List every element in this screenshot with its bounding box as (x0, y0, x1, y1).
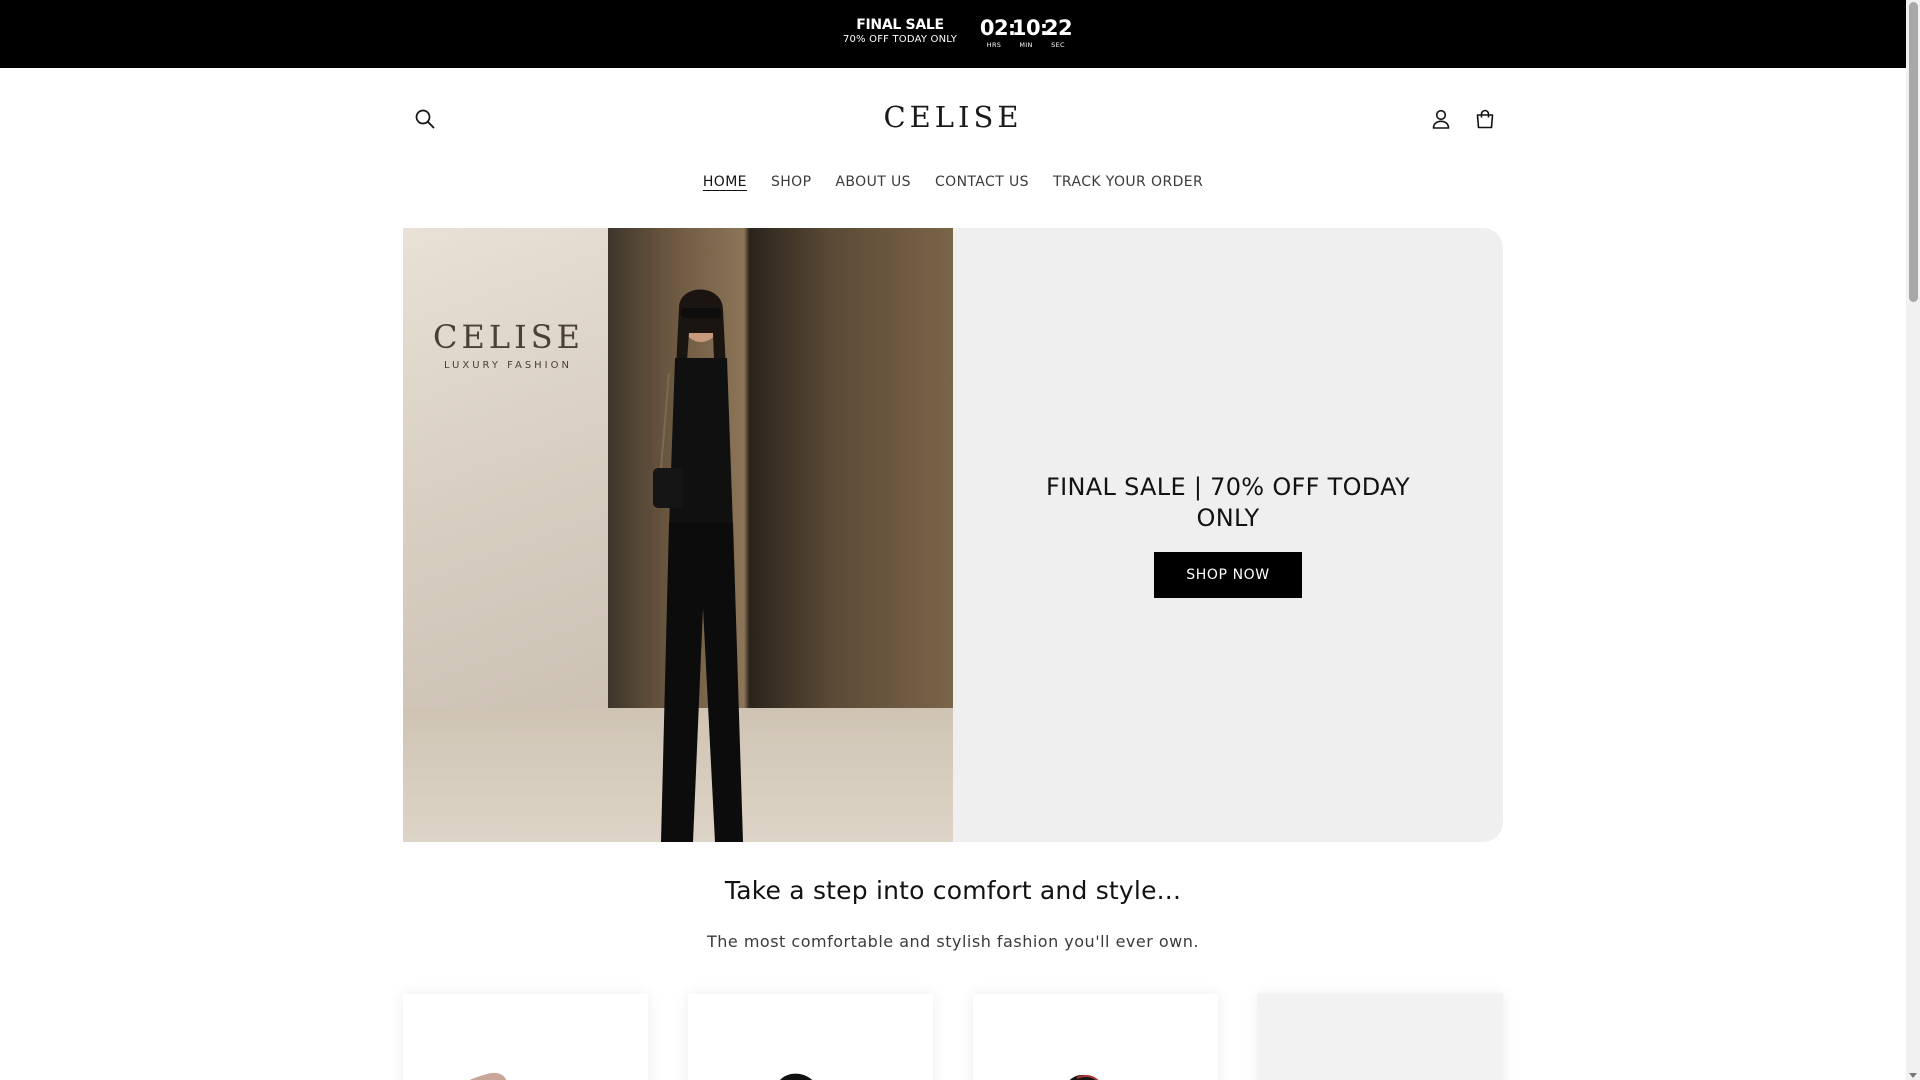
product-card[interactable] (403, 994, 648, 1080)
timer-hours: 02 HRS (979, 16, 1009, 50)
scroll-down-arrow-icon[interactable] (1909, 1073, 1917, 1078)
cart-button[interactable] (1470, 104, 1500, 134)
model-figure (653, 289, 743, 842)
timer-seconds: 22 SEC (1043, 16, 1073, 50)
timer-seconds-label: SEC (1051, 41, 1065, 49)
product-image (1069, 1074, 1099, 1080)
hero-image: CELISE LUXURY FASHION (403, 228, 953, 842)
timer-minutes-value: 10 (1011, 16, 1041, 40)
announcement-label: FINAL SALE 70% OFF TODAY ONLY (832, 18, 968, 45)
main-nav: HOME SHOP ABOUT US CONTACT US TRACK YOUR… (0, 174, 1906, 190)
cart-icon (1476, 109, 1494, 129)
scrollbar-thumb[interactable] (1909, 2, 1918, 302)
product-image (780, 1073, 813, 1080)
page-scrollbar[interactable] (1906, 0, 1920, 1080)
account-button[interactable] (1426, 104, 1456, 134)
hero-content: FINAL SALE | 70% OFF TODAY ONLY SHOP NOW (953, 228, 1503, 842)
nav-item-shop[interactable]: SHOP (771, 174, 811, 190)
hero-image-tagline: LUXURY FASHION (443, 360, 572, 371)
account-icon (1432, 109, 1450, 129)
nav-item-track-order[interactable]: TRACK YOUR ORDER (1053, 174, 1203, 190)
shop-now-button[interactable]: SHOP NOW (1154, 552, 1302, 599)
nav-item-home[interactable]: HOME (703, 174, 747, 190)
product-image (1298, 1060, 1418, 1080)
timer-seconds-value: 22 (1043, 16, 1073, 40)
timer-minutes: 10 MIN (1011, 16, 1041, 50)
hero-title: FINAL SALE | 70% OFF TODAY ONLY (1046, 472, 1410, 532)
timer-hours-value: 02 (979, 16, 1009, 40)
search-icon (415, 109, 435, 129)
hero-image-brand: CELISE (433, 318, 585, 356)
nav-item-about-us[interactable]: ABOUT US (835, 174, 911, 190)
announcement-title: FINAL SALE (856, 17, 944, 33)
hero-image-brand-sign: CELISE LUXURY FASHION (433, 318, 583, 371)
countdown-timer: 02 HRS : 10 MIN : 22 SEC (979, 16, 1073, 50)
nav-item-contact-us[interactable]: CONTACT US (935, 174, 1029, 190)
section-title: Take a step into comfort and style... (724, 876, 1182, 905)
timer-minutes-label: MIN (1019, 41, 1033, 49)
search-button[interactable] (410, 104, 440, 134)
section-subtitle: The most comfortable and stylish fashion… (707, 932, 1199, 951)
timer-hours-label: HRS (986, 41, 1002, 49)
product-image (469, 1072, 507, 1080)
hero-banner: CELISE LUXURY FASHION FINAL SALE | 70% O… (403, 228, 1503, 842)
announcement-subtitle: 70% OFF TODAY ONLY (842, 34, 958, 45)
announcement-bar: FINAL SALE 70% OFF TODAY ONLY 02 HRS : 1… (0, 0, 1906, 68)
product-card[interactable] (973, 994, 1218, 1080)
product-card[interactable] (688, 994, 933, 1080)
site-logo[interactable]: CELISE (850, 100, 1056, 134)
product-card[interactable] (1258, 994, 1503, 1080)
